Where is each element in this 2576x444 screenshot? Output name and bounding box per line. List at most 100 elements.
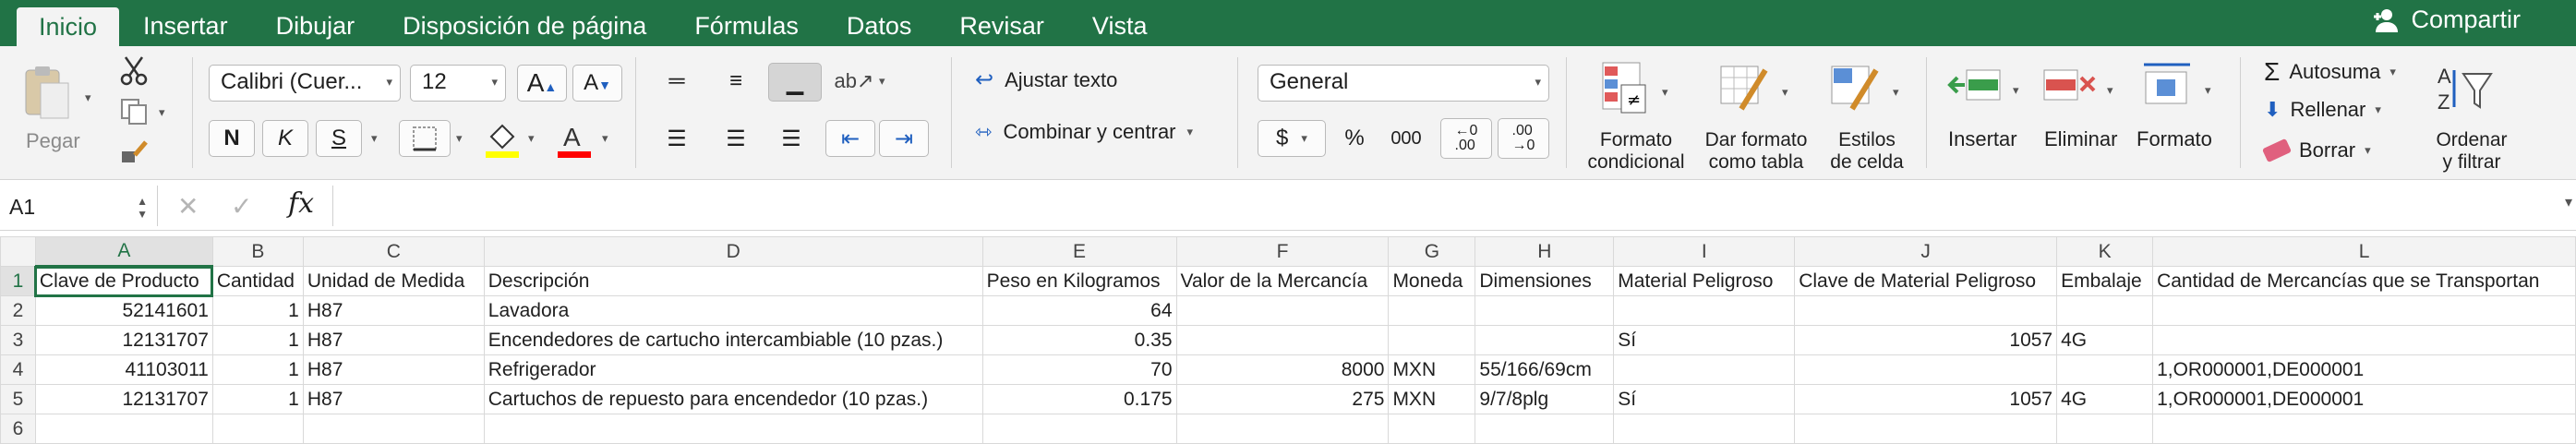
format-cells-button[interactable] [2140, 61, 2194, 112]
cell[interactable]: Sí [1613, 384, 1796, 414]
decrease-indent-button[interactable]: ⇤ [825, 120, 875, 157]
cell[interactable] [981, 414, 1177, 444]
autosum-button[interactable]: Σ Autosuma ▾ [2264, 57, 2396, 87]
cell[interactable] [2152, 414, 2576, 444]
column-header[interactable]: B [211, 236, 304, 267]
cell[interactable]: Peso en Kilogramos [981, 266, 1177, 296]
cell[interactable]: 1057 [1794, 384, 2058, 414]
orientation-dropdown-icon[interactable]: ▾ [879, 74, 885, 89]
orientation-button[interactable]: ab↗ [829, 63, 879, 100]
copy-dropdown-icon[interactable]: ▾ [159, 105, 165, 120]
delete-dropdown-icon[interactable]: ▾ [2107, 83, 2113, 98]
cell[interactable] [1613, 354, 1796, 385]
confirm-entry-icon[interactable]: ✓ [231, 191, 252, 222]
cell[interactable] [1475, 325, 1615, 355]
format-as-table-button[interactable] [1719, 61, 1771, 119]
align-top-button[interactable]: ═ [654, 63, 700, 100]
cell[interactable] [1175, 295, 1390, 326]
fill-color-button[interactable] [482, 120, 523, 163]
cut-button[interactable] [118, 55, 150, 91]
column-header[interactable]: I [1613, 236, 1796, 267]
align-center-button[interactable]: ☰ [713, 120, 759, 157]
paste-dropdown-icon[interactable]: ▾ [85, 90, 91, 105]
format-dropdown-icon[interactable]: ▾ [2205, 83, 2211, 98]
tab-insertar[interactable]: Insertar [119, 0, 252, 46]
font-size-select[interactable]: 12 ▾ [410, 65, 506, 102]
cell[interactable] [1388, 414, 1476, 444]
tab-formulas[interactable]: Fórmulas [670, 0, 823, 46]
row-header[interactable]: 5 [0, 384, 36, 414]
tab-vista[interactable]: Vista [1068, 0, 1172, 46]
cell[interactable] [1794, 295, 2058, 326]
increase-font-button[interactable]: A▲ [517, 65, 567, 102]
cell[interactable]: 1,OR000001,DE000001 [2152, 384, 2576, 414]
tab-datos[interactable]: Datos [823, 0, 936, 46]
cell[interactable]: Descripción [483, 266, 983, 296]
cell[interactable]: Sí [1613, 325, 1796, 355]
delete-cells-button[interactable] [2040, 65, 2098, 110]
italic-button[interactable]: K [262, 120, 308, 157]
cell[interactable] [1388, 325, 1476, 355]
name-box[interactable]: A1 ▲ ▼ [9, 191, 148, 222]
tab-disposicion[interactable]: Disposición de página [379, 0, 670, 46]
cell[interactable]: 4G [2056, 325, 2154, 355]
cell[interactable]: Embalaje [2056, 266, 2154, 296]
row-header[interactable]: 3 [0, 325, 36, 355]
column-header[interactable]: A [34, 236, 213, 268]
column-header[interactable]: G [1388, 236, 1476, 267]
decrease-decimal-button[interactable]: .00 →0 [1498, 118, 1549, 159]
cell[interactable]: 12131707 [34, 384, 213, 414]
clear-button[interactable]: Borrar ▾ [2261, 138, 2371, 163]
cell[interactable] [1388, 295, 1476, 326]
borders-button[interactable] [399, 120, 451, 157]
cell[interactable]: Material Peligroso [1613, 266, 1796, 296]
table-format-dropdown-icon[interactable]: ▾ [1782, 85, 1788, 100]
cell[interactable]: Cantidad de Mercancías que se Transporta… [2152, 266, 2576, 296]
cell[interactable]: 55/166/69cm [1475, 354, 1615, 385]
cell[interactable]: 70 [981, 354, 1177, 385]
thousands-button[interactable]: 000 [1383, 120, 1429, 157]
cell[interactable]: H87 [302, 354, 485, 385]
cell[interactable]: MXN [1388, 354, 1476, 385]
cell[interactable]: 41103011 [34, 354, 213, 385]
cell[interactable] [211, 414, 304, 444]
align-bottom-button[interactable]: ▁ [768, 63, 822, 102]
underline-dropdown-icon[interactable]: ▾ [371, 131, 378, 146]
cell[interactable]: Refrigerador [483, 354, 983, 385]
cell-styles-dropdown-icon[interactable]: ▾ [1893, 85, 1899, 100]
column-header[interactable]: J [1794, 236, 2058, 267]
cell[interactable]: Valor de la Mercancía [1175, 266, 1390, 296]
cell[interactable]: 1 [211, 295, 304, 326]
share-button[interactable]: Compartir [2372, 6, 2521, 34]
conditional-format-button[interactable]: ≠ [1601, 61, 1649, 119]
column-header[interactable]: L [2152, 236, 2576, 267]
cell[interactable] [34, 414, 213, 444]
column-header[interactable]: E [981, 236, 1177, 267]
insert-cells-button[interactable] [1946, 65, 2004, 110]
cell[interactable] [1794, 354, 2058, 385]
formula-input[interactable] [343, 191, 2550, 221]
font-color-dropdown-icon[interactable]: ▾ [602, 131, 608, 146]
number-format-select[interactable]: General ▾ [1258, 65, 1549, 102]
cell[interactable]: 275 [1175, 384, 1390, 414]
cell[interactable]: 1 [211, 325, 304, 355]
tab-dibujar[interactable]: Dibujar [252, 0, 379, 46]
wrap-text-button[interactable]: ↩ Ajustar texto [975, 66, 1117, 93]
merge-dropdown-icon[interactable]: ▾ [1187, 125, 1194, 139]
cell[interactable] [1175, 414, 1390, 444]
cell[interactable]: Cartuchos de repuesto para encendedor (1… [483, 384, 983, 414]
font-name-select[interactable]: Calibri (Cuer... ▾ [209, 65, 401, 102]
cell[interactable] [302, 414, 485, 444]
cell[interactable] [483, 414, 983, 444]
cell[interactable]: 0.175 [981, 384, 1177, 414]
cell[interactable]: Dimensiones [1475, 266, 1615, 296]
cell[interactable] [2152, 295, 2576, 326]
cell[interactable] [2056, 414, 2154, 444]
cell-styles-button[interactable] [1830, 61, 1882, 119]
column-header[interactable]: K [2056, 236, 2154, 267]
column-header[interactable]: H [1475, 236, 1615, 267]
align-right-button[interactable]: ☰ [768, 120, 814, 157]
cell[interactable]: 8000 [1175, 354, 1390, 385]
copy-button[interactable] [118, 98, 150, 130]
function-icon[interactable]: fx [288, 187, 314, 220]
